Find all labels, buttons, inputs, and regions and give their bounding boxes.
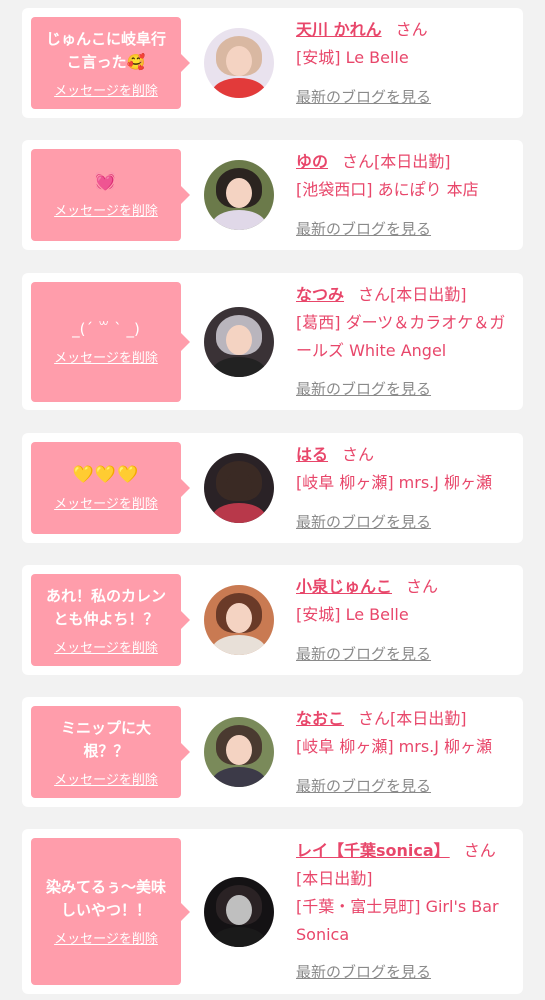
user-name-link[interactable]: はる: [296, 445, 328, 464]
list-item: 染みてるぅ〜美味 しいやつ！！ メッセージを削除 レイ【千葉sonica】 さん …: [22, 829, 523, 994]
message-text: _(´ ꒳ ` _): [72, 320, 140, 338]
message-text: ミニップに大 根？？: [60, 718, 151, 760]
shop-name: [池袋西口] あにぽり 本店: [296, 180, 479, 199]
list-item: _(´ ꒳ ` _) メッセージを削除 なつみ さん[本日出勤] [葛西] ダーツ…: [22, 273, 523, 410]
user-name-link[interactable]: 小泉じゅんこ: [296, 577, 392, 596]
delete-message-link[interactable]: メッセージを削除: [54, 493, 158, 512]
delete-message-link[interactable]: メッセージを削除: [54, 347, 158, 366]
honorific: さん: [358, 709, 391, 728]
list-item: 💓 メッセージを削除 ゆの さん[本日出勤] [池袋西口] あにぽり 本店 最新の…: [22, 140, 523, 250]
latest-blog-link[interactable]: 最新のブログを見る: [296, 643, 431, 664]
shop-name: [岐阜 柳ヶ瀬] mrs.J 柳ヶ瀬: [296, 473, 493, 492]
shop-name: [千葉・富士見町] Girl's Bar Sonica: [296, 897, 499, 944]
status-badge: [本日出勤]: [390, 709, 467, 728]
user-name-link[interactable]: なおこ: [296, 709, 344, 728]
shop-name: [安城] Le Belle: [296, 605, 409, 624]
message-text: あれ！私のカレン とも仲よち！？: [45, 586, 166, 628]
honorific: さん: [406, 577, 439, 596]
avatar[interactable]: [204, 877, 274, 947]
latest-blog-link[interactable]: 最新のブログを見る: [296, 775, 431, 796]
user-name-link[interactable]: なつみ: [296, 285, 344, 304]
avatar[interactable]: [204, 28, 274, 98]
list-item: じゅんこに岐阜行 こ言った🥰 メッセージを削除 天川 かれん さん [安城] Le…: [22, 8, 523, 118]
delete-message-link[interactable]: メッセージを削除: [54, 80, 158, 99]
avatar[interactable]: [204, 717, 274, 787]
latest-blog-link[interactable]: 最新のブログを見る: [296, 218, 431, 239]
message-bubble: あれ！私のカレン とも仲よち！？ メッセージを削除: [31, 574, 190, 666]
avatar[interactable]: [204, 160, 274, 230]
user-name-link[interactable]: レイ【千葉sonica】: [296, 841, 450, 860]
message-text: 染みてるぅ〜美味 しいやつ！！: [45, 878, 166, 919]
list-item: あれ！私のカレン とも仲よち！？ メッセージを削除 小泉じゅんこ さん [安城] …: [22, 565, 523, 675]
message-text: 💛💛💛: [72, 465, 140, 485]
status-badge: [本日出勤]: [374, 152, 451, 171]
delete-message-link[interactable]: メッセージを削除: [54, 637, 158, 656]
status-badge: [本日出勤]: [390, 285, 467, 304]
latest-blog-link[interactable]: 最新のブログを見る: [296, 961, 431, 982]
avatar[interactable]: [204, 307, 274, 377]
latest-blog-link[interactable]: 最新のブログを見る: [296, 86, 431, 107]
message-bubble: _(´ ꒳ ` _) メッセージを削除: [31, 282, 190, 402]
status-badge: [本日出勤]: [296, 869, 373, 888]
message-bubble: じゅんこに岐阜行 こ言った🥰 メッセージを削除: [31, 17, 190, 109]
shop-name: [葛西] ダーツ＆カラオケ＆ガールズ White Angel: [296, 313, 506, 360]
delete-message-link[interactable]: メッセージを削除: [54, 928, 158, 947]
message-bubble: 染みてるぅ〜美味 しいやつ！！ メッセージを削除: [31, 838, 190, 985]
delete-message-link[interactable]: メッセージを削除: [54, 200, 158, 219]
honorific: さん: [358, 285, 391, 304]
latest-blog-link[interactable]: 最新のブログを見る: [296, 378, 431, 399]
honorific: さん: [463, 841, 496, 860]
avatar[interactable]: [204, 585, 274, 655]
message-bubble: 💛💛💛 メッセージを削除: [31, 442, 190, 534]
shop-name: [安城] Le Belle: [296, 48, 409, 67]
honorific: さん: [342, 445, 375, 464]
shop-name: [岐阜 柳ヶ瀬] mrs.J 柳ヶ瀬: [296, 737, 493, 756]
avatar[interactable]: [204, 453, 274, 523]
message-text: じゅんこに岐阜行 こ言った🥰: [45, 29, 166, 71]
user-name-link[interactable]: 天川 かれん: [296, 20, 382, 39]
honorific: さん: [342, 152, 375, 171]
delete-message-link[interactable]: メッセージを削除: [54, 769, 158, 788]
honorific: さん: [395, 20, 428, 39]
message-bubble: 💓 メッセージを削除: [31, 149, 190, 241]
latest-blog-link[interactable]: 最新のブログを見る: [296, 511, 431, 532]
user-name-link[interactable]: ゆの: [296, 152, 328, 171]
message-bubble: ミニップに大 根？？ メッセージを削除: [31, 706, 190, 798]
list-item: ミニップに大 根？？ メッセージを削除 なおこ さん[本日出勤] [岐阜 柳ヶ瀬]…: [22, 697, 523, 807]
message-text: 💓: [94, 172, 118, 192]
list-item: 💛💛💛 メッセージを削除 はる さん [岐阜 柳ヶ瀬] mrs.J 柳ヶ瀬 最新の…: [22, 433, 523, 543]
